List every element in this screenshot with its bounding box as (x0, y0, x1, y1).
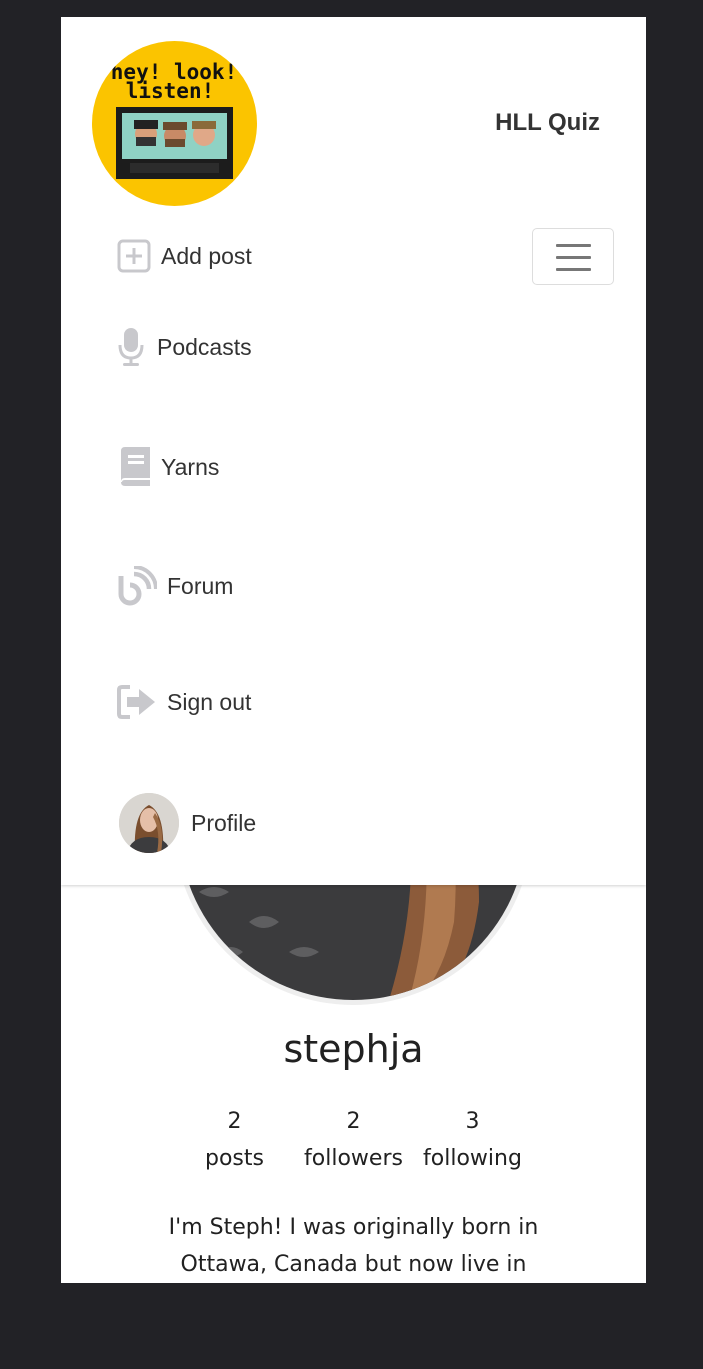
nav-item-label: Profile (191, 809, 257, 836)
stat-value: 3 (465, 1109, 480, 1134)
navbar: hey! look! listen! HLL Quiz Add post Pod… (61, 17, 646, 885)
nav-item-label: Podcasts (157, 333, 252, 360)
stat-following[interactable]: 3 following (413, 1103, 532, 1177)
nav-item-label: Sign out (167, 688, 252, 715)
plus-square-icon (117, 239, 151, 273)
nav-item-podcasts[interactable]: Podcasts (117, 327, 252, 367)
nav-item-yarns[interactable]: Yarns (117, 447, 219, 487)
microphone-icon (117, 327, 145, 367)
nav-item-label: Yarns (161, 453, 220, 480)
sign-out-icon (117, 685, 157, 719)
nav-item-label: Forum (167, 572, 234, 599)
page-container: stephja 2 posts 2 followers 3 following … (61, 17, 646, 1283)
stat-value: 2 (346, 1109, 361, 1134)
nav-item-label: Add post (161, 242, 252, 269)
stat-posts: 2 posts (175, 1103, 294, 1177)
hll-quiz-link[interactable]: HLL Quiz (495, 109, 600, 137)
hamburger-icon (556, 244, 591, 247)
nav-item-sign-out[interactable]: Sign out (117, 685, 251, 719)
profile-bio: I'm Steph! I was originally born in Otta… (168, 1215, 539, 1277)
nav-item-forum[interactable]: Forum (117, 566, 233, 606)
stat-value: 2 (227, 1109, 242, 1134)
book-icon (117, 447, 151, 487)
stat-label: following (423, 1146, 522, 1171)
nav-item-add-post[interactable]: Add post (117, 239, 252, 273)
stat-followers[interactable]: 2 followers (294, 1103, 413, 1177)
profile-stats: 2 posts 2 followers 3 following (61, 1103, 646, 1177)
blog-icon (117, 566, 157, 606)
stat-label: posts (205, 1146, 264, 1171)
navbar-toggler-button[interactable] (532, 228, 614, 285)
stat-label: followers (304, 1146, 403, 1171)
svg-text:listen!: listen! (126, 79, 215, 103)
username: stephja (283, 1027, 424, 1071)
avatar (119, 793, 179, 853)
nav-item-profile[interactable]: Profile (119, 793, 256, 853)
site-logo[interactable]: hey! look! listen! (92, 41, 257, 206)
